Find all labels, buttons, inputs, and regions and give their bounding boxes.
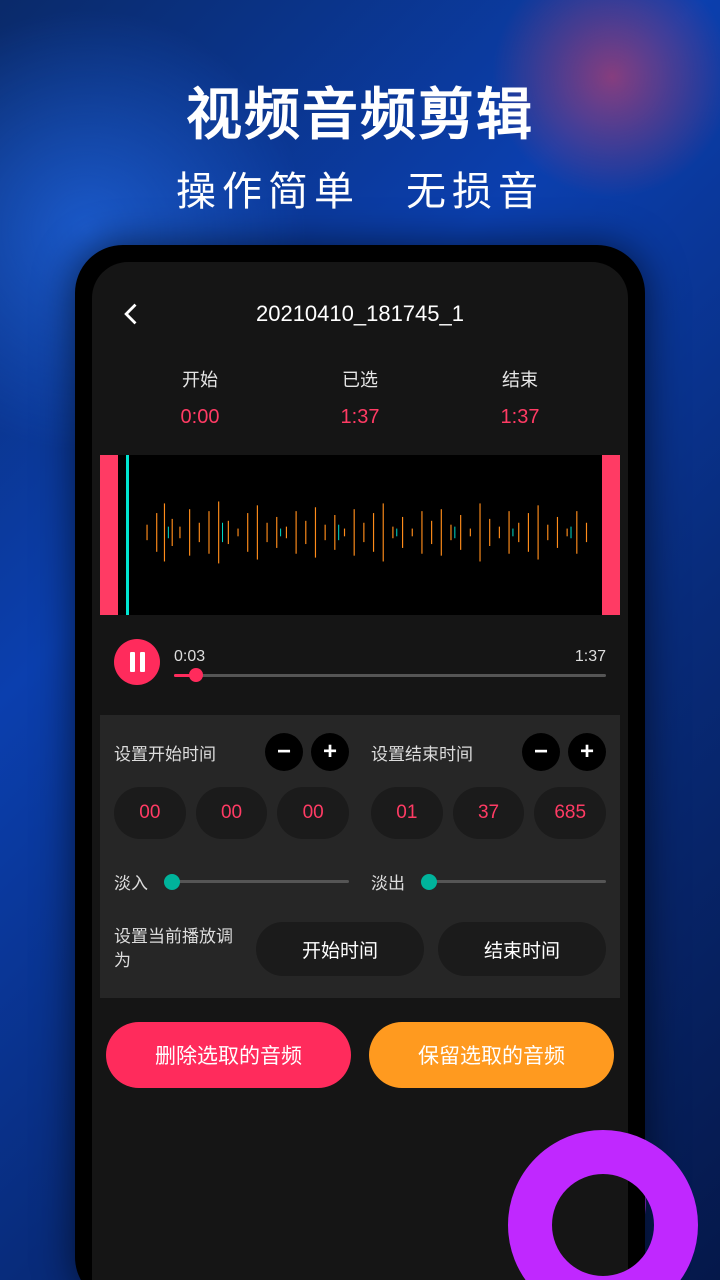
fade-out-label: 淡出 xyxy=(371,869,411,894)
end-value: 1:37 xyxy=(501,406,540,429)
selected-value: 1:37 xyxy=(341,406,380,429)
player-total-time: 1:37 xyxy=(575,648,606,666)
fade-in-group: 淡入 xyxy=(114,869,349,894)
promo-title: 视频音频剪辑 xyxy=(0,70,720,151)
start-value: 0:00 xyxy=(181,406,220,429)
app-screen: 20210410_181745_1 开始 0:00 已选 1:37 结束 1:37 xyxy=(92,262,628,1280)
trim-end-handle[interactable] xyxy=(602,455,620,615)
fade-in-label: 淡入 xyxy=(114,869,154,894)
end-plus-button[interactable]: + xyxy=(568,733,606,771)
end-millis-chip[interactable]: 685 xyxy=(534,787,606,839)
start-time-group: 设置开始时间 − + 00 00 00 xyxy=(114,733,349,839)
end-time-label: 设置结束时间 xyxy=(371,740,514,765)
player-current-time: 0:03 xyxy=(174,648,205,666)
trim-start-handle[interactable] xyxy=(100,455,118,615)
player-bar: 0:03 1:37 xyxy=(92,615,628,695)
file-title: 20210410_181745_1 xyxy=(110,301,610,327)
fade-in-slider[interactable] xyxy=(164,880,349,883)
fade-in-thumb[interactable] xyxy=(164,874,180,890)
start-seconds-chip[interactable]: 00 xyxy=(196,787,268,839)
pause-button[interactable] xyxy=(114,639,160,685)
waveform[interactable] xyxy=(118,455,602,615)
start-minutes-chip[interactable]: 00 xyxy=(114,787,186,839)
action-bar: 删除选取的音频 保留选取的音频 xyxy=(92,998,628,1088)
settings-panel: 设置开始时间 − + 00 00 00 设置结束时间 − + xyxy=(100,715,620,998)
promo-subtitle: 操作简单 无损音 xyxy=(0,159,720,217)
end-minutes-chip[interactable]: 01 xyxy=(371,787,443,839)
start-minus-button[interactable]: − xyxy=(265,733,303,771)
set-position-label: 设置当前播放调为 xyxy=(114,925,242,973)
keep-selection-button[interactable]: 保留选取的音频 xyxy=(369,1022,614,1088)
device-frame: 20210410_181745_1 开始 0:00 已选 1:37 结束 1:37 xyxy=(75,245,645,1280)
end-label: 结束 xyxy=(501,366,540,392)
waveform-editor[interactable] xyxy=(100,455,620,615)
start-time-label: 设置开始时间 xyxy=(114,740,257,765)
end-time-group: 设置结束时间 − + 01 37 685 xyxy=(371,733,606,839)
fade-out-slider[interactable] xyxy=(421,880,606,883)
selected-label: 已选 xyxy=(341,366,380,392)
top-bar: 20210410_181745_1 xyxy=(92,262,628,344)
fade-out-group: 淡出 xyxy=(371,869,606,894)
start-label: 开始 xyxy=(181,366,220,392)
waveform-graphic xyxy=(118,455,602,610)
seek-bar[interactable] xyxy=(174,674,606,677)
start-millis-chip[interactable]: 00 xyxy=(277,787,349,839)
end-seconds-chip[interactable]: 37 xyxy=(453,787,525,839)
set-start-from-playhead-button[interactable]: 开始时间 xyxy=(256,922,424,976)
seek-thumb[interactable] xyxy=(189,668,203,682)
fade-out-thumb[interactable] xyxy=(421,874,437,890)
time-summary: 开始 0:00 已选 1:37 结束 1:37 xyxy=(92,366,628,429)
pause-icon xyxy=(130,652,145,672)
delete-selection-button[interactable]: 删除选取的音频 xyxy=(106,1022,351,1088)
start-plus-button[interactable]: + xyxy=(311,733,349,771)
set-end-from-playhead-button[interactable]: 结束时间 xyxy=(438,922,606,976)
end-minus-button[interactable]: − xyxy=(522,733,560,771)
